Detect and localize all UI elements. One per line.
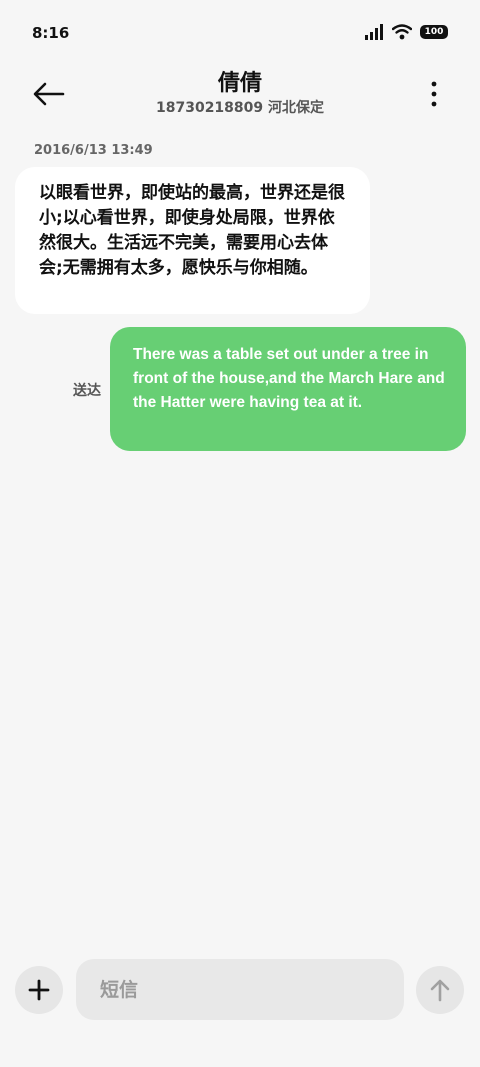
send-button[interactable] (416, 966, 464, 1014)
status-time: 8:16 (32, 24, 70, 42)
incoming-message-bubble[interactable]: 以眼看世界，即使站的最高，世界还是很小;以心看世界，即使身处局限，世界依然很大。… (15, 167, 370, 314)
signal-icon (365, 24, 383, 40)
plus-icon (28, 979, 50, 1001)
wifi-icon (392, 24, 412, 40)
incoming-message-text: 以眼看世界，即使站的最高，世界还是很小;以心看世界，即使身处局限，世界依然很大。… (39, 183, 345, 278)
header-title: 倩倩 18730218809 河北保定 (90, 70, 390, 118)
more-options-button[interactable] (422, 78, 446, 110)
add-attachment-button[interactable] (15, 966, 63, 1014)
arrow-left-icon (33, 82, 65, 106)
status-icons: 100 (364, 24, 448, 40)
conversation-header: 倩倩 18730218809 河北保定 (0, 66, 480, 126)
more-vertical-icon (431, 81, 437, 107)
back-button[interactable] (30, 78, 66, 110)
outgoing-message-bubble[interactable]: There was a table set out under a tree i… (110, 327, 466, 451)
contact-number-location: 18730218809 河北保定 (155, 100, 325, 116)
battery-icon: 100 (420, 25, 448, 39)
delivery-status: 送达 (73, 383, 101, 399)
arrow-up-icon (430, 979, 450, 1002)
status-bar: 8:16 100 (0, 0, 480, 66)
message-timestamp: 2016/6/13 13:49 (34, 143, 153, 158)
message-input-container[interactable] (76, 959, 404, 1020)
message-input[interactable] (76, 959, 404, 1020)
outgoing-message-text: There was a table set out under a tree i… (133, 346, 445, 411)
contact-name: 倩倩 (217, 71, 262, 96)
